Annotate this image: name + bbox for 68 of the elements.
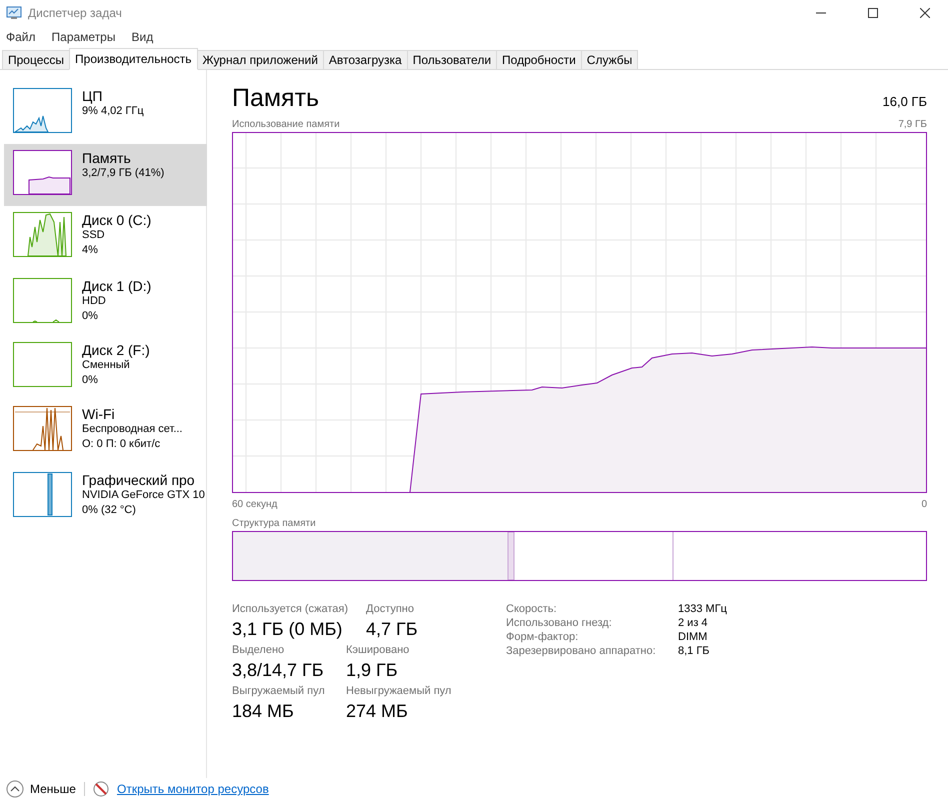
item-detail: Сменный (82, 358, 131, 373)
item-title: Диск 0 (C:) (82, 212, 152, 228)
graph-max: 7,9 ГБ (898, 119, 927, 130)
sidebar-item[interactable]: Диск 2 (F:) Сменный 0% (4, 336, 207, 400)
detail-value: 1333 МГц (678, 603, 727, 615)
menu-item[interactable]: Вид (131, 30, 154, 44)
item-title: Wi-Fi (82, 406, 116, 422)
item-detail: NVIDIA GeForce GTX 10 (82, 488, 205, 503)
axis-label: 60 секунд (232, 499, 278, 510)
item-detail: Беспроводная сет... (82, 422, 182, 437)
total-memory: 16,0 ГБ (882, 94, 927, 111)
detail-label: Зарезервировано аппаратно: (506, 645, 657, 657)
tab[interactable]: Подробности (496, 50, 582, 69)
stat-value: 3,8/14,7 ГБ (232, 660, 325, 681)
detail-label: Форм-фактор: (506, 631, 580, 643)
sidebar-item[interactable]: Память 3,2/7,9 ГБ (41%) (4, 144, 207, 206)
stat-value: 274 МБ (346, 701, 409, 722)
sidebar-item[interactable]: Wi-Fi Беспроводная сет... О: 0 П: 0 кбит/с (4, 400, 207, 466)
stat-label: Выгружаемый пул (232, 685, 326, 697)
item-title: Графический про (82, 472, 196, 488)
item-title: Память (82, 150, 132, 166)
tab[interactable]: Процессы (2, 50, 70, 69)
item-detail: 0% (32 °C) (82, 503, 137, 518)
stat-value: 3,1 ГБ (0 МБ) (232, 619, 344, 640)
app-icon (6, 6, 22, 20)
page-title: Память (232, 84, 320, 113)
detail-value: 8,1 ГБ (678, 645, 711, 657)
sidebar-item[interactable]: Графический про NVIDIA GeForce GTX 10 0% (32 °C) (4, 466, 207, 528)
stat-label: Доступно (366, 603, 416, 615)
item-detail: SSD (82, 228, 106, 243)
chevron-up-icon (6, 780, 24, 798)
detail-label: Скорость: (506, 603, 558, 615)
stat-label: Кэшировано (346, 644, 410, 656)
menu-item[interactable]: Файл (6, 30, 36, 44)
item-detail: 4% (82, 243, 99, 258)
item-detail: О: 0 П: 0 кбит/с (82, 437, 162, 452)
sidebar-item[interactable]: Диск 1 (D:) HDD 0% (4, 272, 207, 336)
tab[interactable]: Журнал приложений (196, 50, 324, 69)
axis-label: 0 (921, 499, 927, 510)
window-title: Диспетчер задач (28, 6, 123, 20)
detail-value: DIMM (678, 631, 708, 643)
stat-value: 4,7 ГБ (366, 619, 419, 640)
stat-value: 1,9 ГБ (346, 660, 399, 681)
less-button[interactable]: Меньше (6, 780, 76, 798)
item-detail: HDD (82, 294, 107, 309)
tab[interactable]: Пользователи (406, 50, 498, 69)
tab[interactable]: Службы (580, 50, 638, 69)
detail-value: 2 из 4 (678, 617, 709, 629)
item-detail: 0% (82, 309, 99, 324)
item-detail: 0% (82, 373, 99, 388)
item-detail: 9% 4,02 ГГц (82, 104, 144, 119)
graph-label: Использование памяти (232, 119, 340, 130)
sidebar-item[interactable]: Диск 0 (C:) SSD 4% (4, 206, 207, 272)
tab[interactable]: Автозагрузка (322, 50, 408, 69)
menu-item[interactable]: Параметры (52, 30, 116, 44)
stat-label: Невыгружаемый пул (346, 685, 452, 697)
structure-label: Структура памяти (232, 518, 316, 529)
stat-label: Используется (сжатая) (232, 603, 350, 615)
item-title: Диск 1 (D:) (82, 278, 152, 294)
tab[interactable]: Производительность (69, 48, 198, 70)
resource-monitor-link[interactable]: Открыть монитор ресурсов (116, 782, 269, 796)
item-title: Диск 2 (F:) (82, 342, 150, 358)
sidebar-item[interactable]: ЦП 9% 4,02 ГГц (4, 82, 207, 144)
stat-label: Выделено (232, 644, 286, 656)
item-detail: 3,2/7,9 ГБ (41%) (82, 166, 164, 181)
detail-label: Использовано гнезд: (506, 617, 613, 629)
item-title: ЦП (82, 88, 104, 104)
stat-value: 184 МБ (232, 701, 295, 722)
